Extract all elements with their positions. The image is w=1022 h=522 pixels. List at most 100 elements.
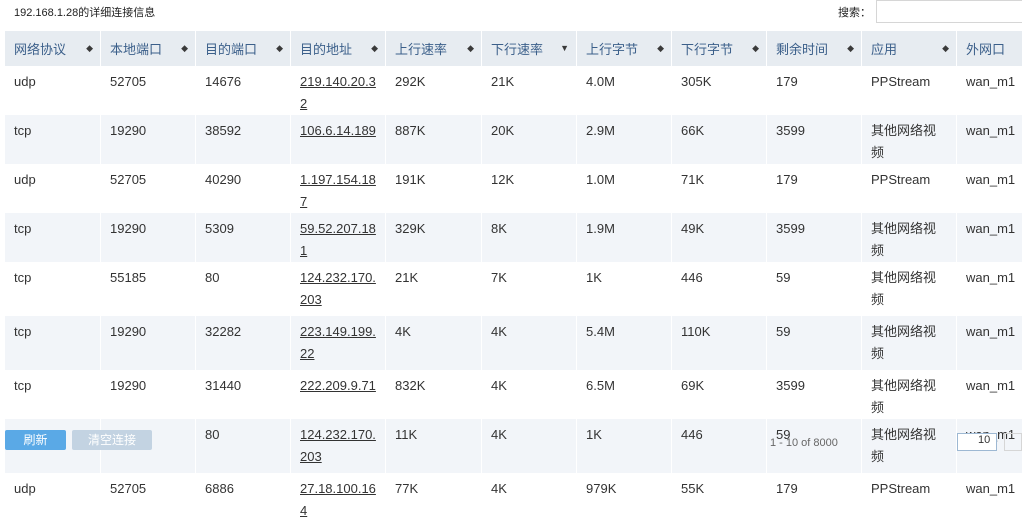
table-cell: tcp — [5, 213, 101, 262]
column-header[interactable]: 下行速率 ▼ — [482, 31, 577, 66]
table-cell: wan_m1 — [957, 370, 1022, 419]
table-cell: 305K — [672, 66, 767, 115]
table-cell: 2.9M — [577, 115, 672, 164]
sort-both-icon: ◆ — [86, 43, 93, 53]
table-cell: 52705 — [101, 66, 196, 115]
column-header[interactable]: 剩余时间 ◆ — [767, 31, 862, 66]
table-row: tcp5518480124.232.170.20311K4K1K44659其他网… — [5, 419, 1022, 473]
sort-both-icon: ◆ — [467, 43, 474, 53]
table-cell: 55K — [672, 473, 767, 522]
table-cell: udp — [5, 473, 101, 522]
destination-address-link[interactable]: 219.140.20.32 — [300, 74, 376, 111]
table-cell: 219.140.20.32 — [291, 66, 386, 115]
table-cell: 20K — [482, 115, 577, 164]
table-cell: 1.197.154.187 — [291, 164, 386, 213]
table-cell: 446 — [672, 419, 767, 473]
table-cell: PPStream — [862, 164, 957, 213]
column-header[interactable]: 外网口 — [957, 31, 1022, 66]
table-cell: udp — [5, 164, 101, 213]
table-cell: 4K — [482, 316, 577, 370]
column-header-label: 外网口 — [966, 42, 1006, 57]
column-header[interactable]: 应用 ◆ — [862, 31, 957, 66]
table-cell: 55185 — [101, 262, 196, 316]
table-cell: 14676 — [196, 66, 291, 115]
table-cell: tcp — [5, 262, 101, 316]
table-cell: 59 — [767, 316, 862, 370]
table-cell: 11K — [386, 419, 482, 473]
page-size-select[interactable]: 10 — [957, 433, 997, 451]
table-row: udp 52705 14676 219.140.20.32 292K 21K 4.0M 305… — [5, 66, 1022, 115]
column-header[interactable]: 目的地址 ◆ — [291, 31, 386, 66]
table-cell: 19290 — [101, 213, 196, 262]
table-cell: tcp — [5, 115, 101, 164]
table-cell: 77K — [386, 473, 482, 522]
table-cell: 38592 — [196, 115, 291, 164]
destination-address-link[interactable]: 106.6.14.189 — [300, 123, 376, 138]
table-cell: wan_m1 — [957, 115, 1022, 164]
table-cell: 8K — [482, 213, 577, 262]
column-header-label: 下行速率 — [491, 42, 544, 57]
column-header-label: 本地端口 — [110, 42, 163, 57]
table-cell: wan_m1 — [957, 262, 1022, 316]
table-cell: 124.232.170.203 — [291, 262, 386, 316]
table-cell: 其他网络视频 — [862, 213, 957, 262]
table-cell: 21K — [386, 262, 482, 316]
column-header[interactable]: 目的端口 ◆ — [196, 31, 291, 66]
table-cell: 1.0M — [577, 164, 672, 213]
table-cell: wan_m1 — [957, 213, 1022, 262]
sort-both-icon: ◆ — [276, 43, 283, 53]
table-row: tcp 19290 5309 59.52.207.181 329K 8K 1.9M 49K 35… — [5, 213, 1022, 262]
table-cell: 19290 — [101, 370, 196, 419]
table-cell: 1.9M — [577, 213, 672, 262]
column-header[interactable]: 上行速率 ◆ — [386, 31, 482, 66]
table-cell: tcp — [5, 316, 101, 370]
table-cell: 887K — [386, 115, 482, 164]
table-cell: 其他网络视频 — [862, 262, 957, 316]
destination-address-link[interactable]: 1.197.154.187 — [300, 172, 376, 209]
destination-address-link[interactable]: 223.149.199.22 — [300, 324, 376, 361]
table-row: udp 52705 40290 1.197.154.187 191K 12K 1.0M 71K… — [5, 164, 1022, 213]
table-cell: 71K — [672, 164, 767, 213]
page-title: 192.168.1.28的详细连接信息 — [14, 7, 156, 19]
sort-both-icon: ◆ — [847, 43, 854, 53]
destination-address-link[interactable]: 222.209.9.71 — [300, 378, 376, 393]
column-header-label: 剩余时间 — [776, 42, 829, 57]
destination-address-link[interactable]: 124.232.170.203 — [300, 270, 376, 307]
destination-address-link[interactable]: 59.52.207.181 — [300, 221, 376, 258]
column-header-label: 目的地址 — [300, 42, 353, 57]
table-cell: wan_m1 — [957, 66, 1022, 115]
table-cell: udp — [5, 66, 101, 115]
table-cell: 1K — [577, 419, 672, 473]
table-cell: 3599 — [767, 370, 862, 419]
table-cell: 446 — [672, 262, 767, 316]
column-header-label: 上行字节 — [586, 42, 639, 57]
column-header[interactable]: 上行字节 ◆ — [577, 31, 672, 66]
table-cell: 40290 — [196, 164, 291, 213]
refresh-button[interactable]: 刷新 — [5, 430, 66, 450]
pagination-next-button[interactable] — [1004, 433, 1022, 451]
table-cell: 1K — [577, 262, 672, 316]
table-cell: 52705 — [101, 473, 196, 522]
table-cell: wan_m1 — [957, 473, 1022, 522]
sort-both-icon: ◆ — [942, 43, 949, 53]
sort-both-icon: ◆ — [181, 43, 188, 53]
table-cell: 31440 — [196, 370, 291, 419]
pagination-summary: 1 - 10 of 8000 — [770, 437, 838, 449]
search-input[interactable] — [876, 0, 1022, 23]
table-row: udp 52705 6886 27.18.100.164 77K 4K 979K 55K 179… — [5, 473, 1022, 522]
column-header[interactable]: 网络协议 ◆ — [5, 31, 101, 66]
table-cell: 12K — [482, 164, 577, 213]
column-header[interactable]: 本地端口 ◆ — [101, 31, 196, 66]
table-cell: 4K — [482, 473, 577, 522]
table-cell: 66K — [672, 115, 767, 164]
table-cell: 27.18.100.164 — [291, 473, 386, 522]
table-cell: 59.52.207.181 — [291, 213, 386, 262]
clear-connections-button[interactable]: 清空连接 — [72, 430, 152, 450]
column-header[interactable]: 下行字节 ◆ — [672, 31, 767, 66]
table-cell: wan_m1 — [957, 164, 1022, 213]
table-cell: 其他网络视频 — [862, 316, 957, 370]
destination-address-link[interactable]: 27.18.100.164 — [300, 481, 376, 518]
destination-address-link[interactable]: 124.232.170.203 — [300, 427, 376, 464]
table-cell: 19290 — [101, 115, 196, 164]
table-cell: 110K — [672, 316, 767, 370]
